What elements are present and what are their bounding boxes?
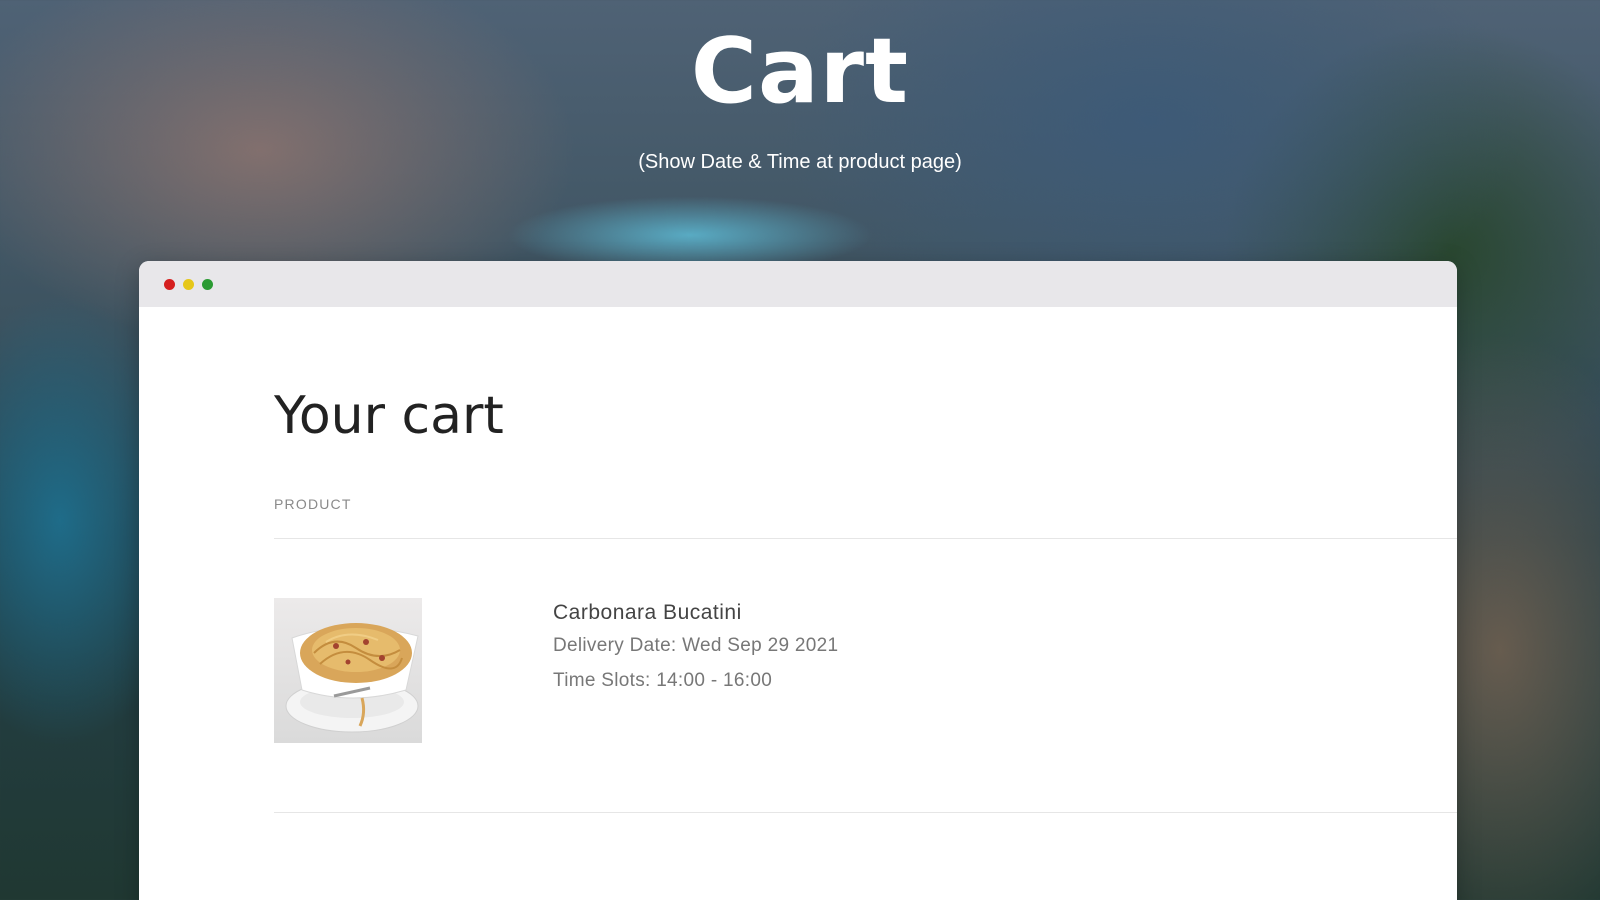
hero-subtitle: (Show Date & Time at product page) [638, 151, 962, 173]
product-name[interactable]: Carbonara Bucatini [553, 598, 838, 628]
hero-title: Cart [690, 19, 910, 124]
time-slots: Time Slots: 14:00 - 16:00 [553, 670, 773, 691]
window-close-dot[interactable] [164, 279, 175, 290]
table-divider-bottom [274, 812, 1457, 813]
browser-window: Your cart PRODUCT Carbonara Bucatini Del… [139, 261, 1457, 900]
pasta-dish-image [285, 623, 419, 733]
table-divider-top [274, 538, 1457, 539]
delivery-date: Delivery Date: Wed Sep 29 2021 [553, 635, 839, 656]
window-maximize-dot[interactable] [202, 279, 213, 290]
cart-heading: Your cart [274, 386, 504, 446]
cart-item: Carbonara Bucatini Delivery Date: Wed Se… [553, 598, 838, 698]
window-minimize-dot[interactable] [183, 279, 194, 290]
product-image[interactable] [274, 598, 422, 743]
window-title-bar [139, 261, 1457, 307]
product-column-header: PRODUCT [274, 496, 352, 512]
